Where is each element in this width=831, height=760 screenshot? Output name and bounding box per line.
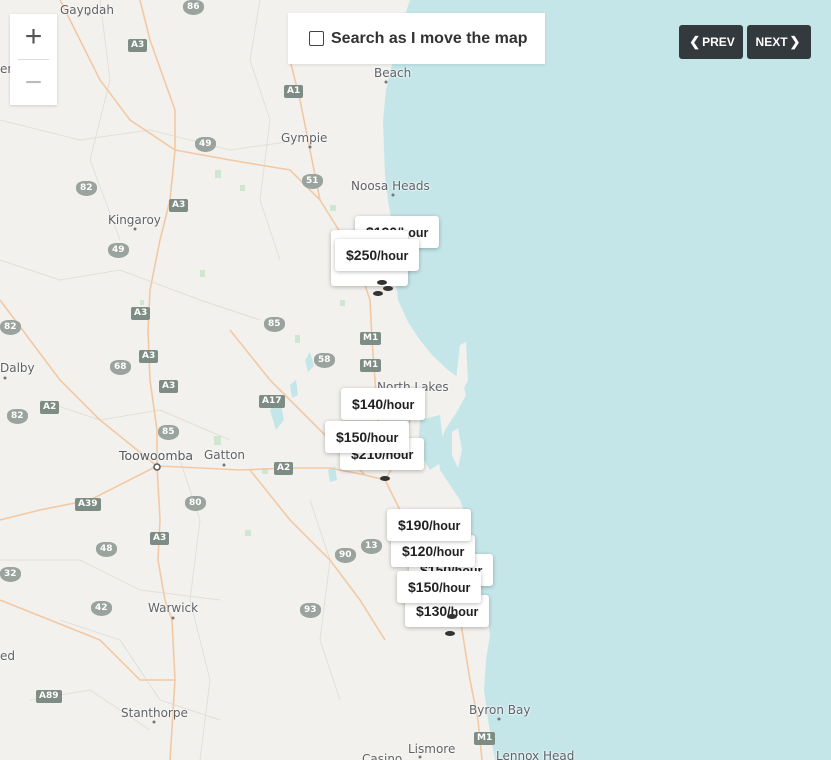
road-shield: 93 bbox=[300, 603, 321, 618]
price-tag[interactable]: $250/hour bbox=[335, 239, 420, 271]
road-shield: 82 bbox=[76, 181, 97, 196]
price-value: $150 bbox=[408, 579, 440, 595]
road-shield: 49 bbox=[195, 137, 216, 152]
road-shield: 48 bbox=[96, 542, 117, 557]
price-unit: /hour bbox=[383, 398, 415, 412]
road-shield: 85 bbox=[264, 317, 285, 332]
pin-marker bbox=[383, 286, 393, 291]
price-value: $130 bbox=[416, 603, 448, 619]
zoom-in-button[interactable]: + bbox=[10, 14, 57, 59]
road-shield: 82 bbox=[7, 409, 28, 424]
price-tag[interactable]: $190/hour bbox=[387, 509, 472, 541]
place-label: Noosa Heads bbox=[351, 179, 430, 193]
road-shield: A89 bbox=[36, 690, 62, 703]
road-shield: 68 bbox=[110, 360, 131, 375]
map[interactable]: Gayndah Beach Gympie Noosa Heads Kingaro… bbox=[0, 0, 831, 760]
road-shield: 85 bbox=[158, 425, 179, 440]
price-value: $150 bbox=[336, 429, 368, 445]
road-shield: M1 bbox=[360, 359, 382, 372]
road-shield: 13 bbox=[361, 539, 382, 554]
prev-button[interactable]: ❮ PREV bbox=[679, 25, 743, 59]
price-unit: /hour bbox=[429, 519, 461, 533]
search-as-move-control[interactable]: Search as I move the map bbox=[288, 13, 545, 64]
road-shield: 58 bbox=[314, 353, 335, 368]
next-label: NEXT bbox=[755, 35, 788, 49]
price-unit: /hour bbox=[367, 431, 399, 445]
place-label: Dalby bbox=[0, 361, 35, 375]
road-shield: 80 bbox=[185, 496, 206, 511]
place-label: Toowoomba bbox=[119, 448, 194, 463]
place-label: Gayndah bbox=[60, 3, 114, 17]
place-label: Gatton bbox=[204, 448, 246, 462]
road-shield: A3 bbox=[169, 199, 189, 212]
zoom-control: + − bbox=[10, 14, 57, 105]
road-shield: M1 bbox=[360, 332, 382, 345]
price-unit: /hour bbox=[439, 581, 471, 595]
pin-marker bbox=[377, 280, 387, 285]
road-shield: 82 bbox=[0, 320, 21, 335]
place-label: Gympie bbox=[281, 131, 328, 145]
search-as-move-label[interactable]: Search as I move the map bbox=[331, 30, 528, 48]
place-label: Beach bbox=[374, 66, 412, 80]
price-tag[interactable]: $140/hour bbox=[341, 388, 426, 420]
place-label: Stanthorpe bbox=[121, 706, 188, 720]
pin-marker bbox=[373, 291, 383, 296]
road-shield: 51 bbox=[302, 174, 323, 189]
price-tag[interactable]: $150/hour bbox=[325, 421, 410, 453]
place-label: Warwick bbox=[148, 601, 199, 615]
place-label: Lismore bbox=[408, 742, 456, 756]
pin-marker bbox=[445, 631, 455, 636]
chevron-right-icon: ❯ bbox=[789, 34, 801, 49]
road-shield: A17 bbox=[259, 395, 285, 408]
road-shield: A39 bbox=[75, 498, 101, 511]
chevron-left-icon: ❮ bbox=[689, 34, 701, 49]
road-shield: A3 bbox=[159, 380, 179, 393]
road-shield: A2 bbox=[274, 462, 294, 475]
road-shield: M1 bbox=[474, 732, 496, 745]
price-unit: /hour bbox=[377, 249, 409, 263]
price-unit: /hour bbox=[433, 545, 465, 559]
price-tag[interactable]: $150/hour bbox=[397, 571, 482, 603]
place-label: Lennox Head bbox=[496, 749, 575, 760]
road-shield: 90 bbox=[335, 548, 356, 563]
place-label: ed bbox=[0, 649, 15, 663]
next-button[interactable]: NEXT ❯ bbox=[747, 25, 811, 59]
road-shield: A2 bbox=[40, 401, 60, 414]
price-value: $140 bbox=[352, 396, 384, 412]
road-shield: 86 bbox=[183, 0, 204, 15]
road-shield: 49 bbox=[108, 243, 129, 258]
road-shield: A3 bbox=[128, 39, 148, 52]
zoom-out-button[interactable]: − bbox=[10, 60, 57, 105]
search-as-move-checkbox[interactable] bbox=[309, 31, 324, 46]
pin-marker bbox=[380, 476, 390, 481]
price-value: $120 bbox=[402, 543, 434, 559]
price-value: $250 bbox=[346, 247, 378, 263]
road-shield: A1 bbox=[284, 85, 304, 98]
road-shield: 42 bbox=[91, 601, 112, 616]
place-label: Byron Bay bbox=[469, 703, 531, 717]
place-label: Kingaroy bbox=[108, 213, 161, 227]
road-shield: A3 bbox=[150, 532, 170, 545]
place-label: Casino bbox=[362, 752, 403, 760]
road-shield: 32 bbox=[0, 567, 21, 582]
prev-label: PREV bbox=[702, 35, 735, 49]
pin-marker bbox=[447, 614, 457, 619]
road-shield: A3 bbox=[139, 350, 159, 363]
road-shield: A3 bbox=[131, 307, 151, 320]
price-value: $190 bbox=[398, 517, 430, 533]
